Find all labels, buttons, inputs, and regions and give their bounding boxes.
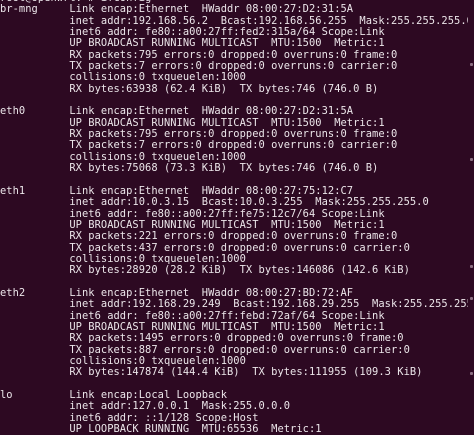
terminal-window[interactable]: root@openwrt:~# ifconfigbr-mng Link enca… <box>0 0 474 435</box>
scrollbar-mark <box>470 297 473 300</box>
terminal-line: RX packets:221 errors:0 dropped:0 overru… <box>0 230 398 243</box>
terminal-line: RX packets:1495 errors:0 dropped:0 overr… <box>0 332 404 345</box>
terminal-line: RX bytes:63938 (62.4 KiB) TX bytes:746 (… <box>0 82 379 95</box>
scrollbar-mark <box>470 158 473 161</box>
terminal-line: UP LOOPBACK RUNNING MTU:65536 Metric:1 <box>0 423 322 435</box>
scrollbar-mark <box>470 372 473 375</box>
scrollbar-mark <box>470 63 473 66</box>
scrollbar-mark <box>470 265 473 268</box>
terminal-line: RX bytes:75068 (73.3 KiB) TX bytes:746 (… <box>0 162 379 175</box>
terminal-scrollbar[interactable] <box>468 0 474 435</box>
terminal-line: RX bytes:28920 (28.2 KiB) TX bytes:14608… <box>0 264 410 277</box>
terminal-line: inet addr:10.0.3.15 Bcast:10.0.3.255 Mas… <box>0 196 429 209</box>
terminal-line: inet addr:192.168.29.249 Bcast:192.168.2… <box>0 298 474 311</box>
terminal-line: RX bytes:147874 (144.4 KiB) TX bytes:111… <box>0 366 423 379</box>
terminal-output: root@openwrt:~# ifconfigbr-mng Link enca… <box>0 0 474 435</box>
terminal-line: br-mng Link encap:Ethernet HWaddr 08:00:… <box>0 3 354 16</box>
